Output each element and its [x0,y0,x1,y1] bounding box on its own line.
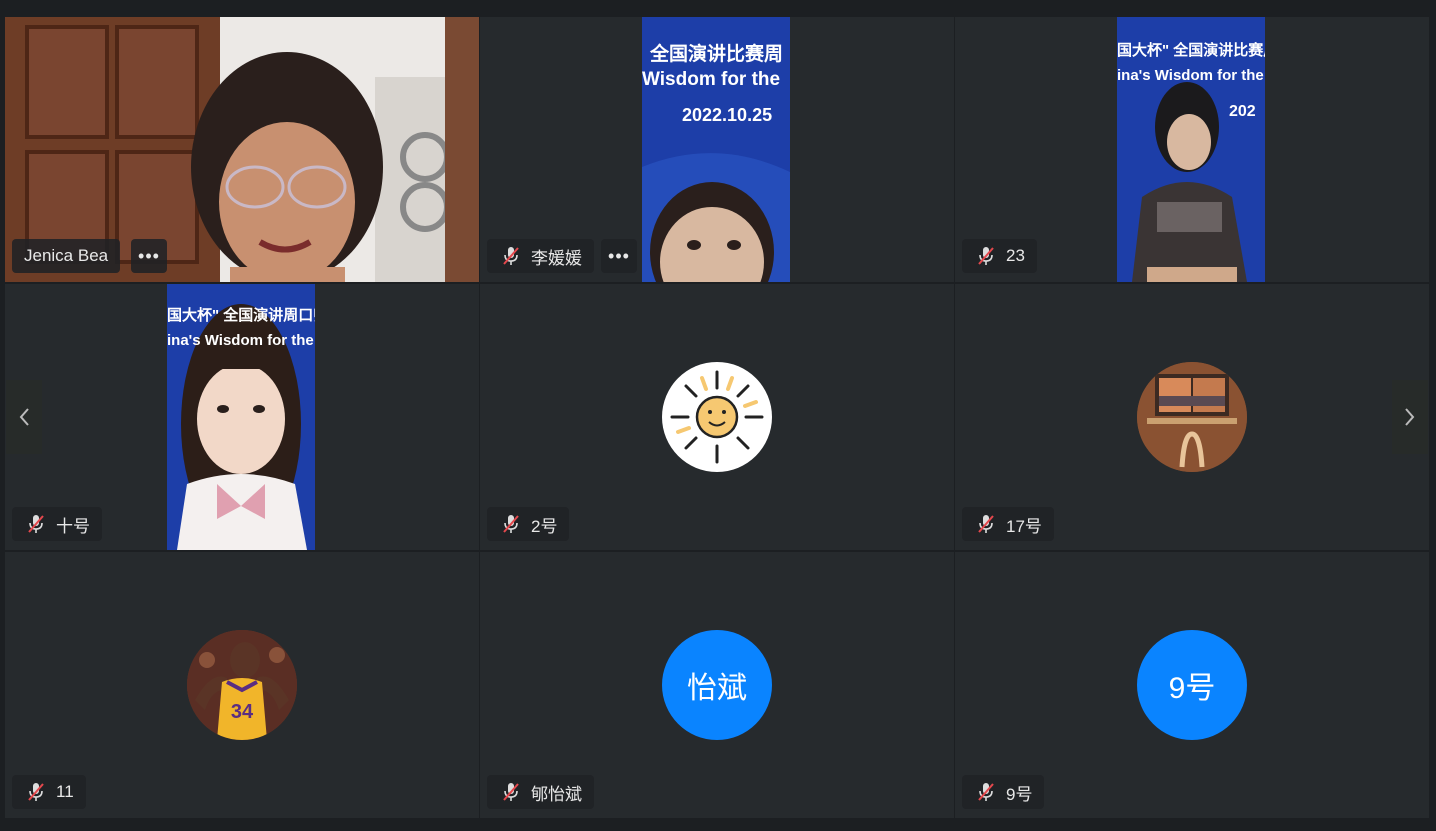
text-avatar: 怡斌 [662,630,772,740]
sun-avatar [662,362,772,472]
participant-name: 11 [56,782,74,801]
participant-name: 郇怡斌 [531,784,582,804]
more-options-button[interactable]: ••• [131,239,167,273]
text-avatar: 9号 [1137,630,1247,740]
participant-tile-2hao[interactable]: 2号 [480,284,954,550]
basketball-player-avatar: 34 [187,630,297,740]
participant-tile-11[interactable]: 34 11 [5,552,479,818]
participant-tile-9hao[interactable]: 9号 9号 [955,552,1429,818]
participant-name: 17号 [1006,516,1042,536]
banner-line: ina's Wisdom for the World [167,332,315,349]
participant-name-label: 十号 [12,507,102,541]
mic-muted-icon [28,515,44,533]
more-icon: ••• [608,245,630,266]
participant-tile-li-yuanyuan[interactable]: 全国演讲比赛周 Wisdom for the 2022.10.25 李媛媛 ••… [480,17,954,282]
chevron-right-icon [1405,408,1415,426]
participant-tile-jenica[interactable]: Jenica Bea ••• [5,17,479,282]
mic-muted-icon [978,247,994,265]
participant-name-label: 17号 [962,507,1054,541]
banner-line: ina's Wisdom for the World [1117,67,1265,84]
sun-icon [670,370,764,464]
previous-page-button[interactable] [6,380,42,454]
participant-video: 国大杯" 全国演讲周口师范 ina's Wisdom for the World [167,284,315,550]
video-grid: Jenica Bea ••• 全国演讲比赛周 Wisdom for the 20… [5,17,1429,818]
participant-name-label: 11 [12,775,86,809]
participant-name: 李媛媛 [531,248,582,268]
participant-name-label: Jenica Bea [12,239,121,273]
banner-line: 202 [1229,103,1256,120]
mic-muted-icon [978,783,994,801]
participant-tile-17hao[interactable]: 17号 [955,284,1429,550]
participant-name-label: 李媛媛 [487,239,594,273]
mic-muted-icon [503,247,519,265]
banner-line: 2022.10.25 [682,105,773,125]
participant-tile-shihao[interactable]: 国大杯" 全国演讲周口师范 ina's Wisdom for the World… [5,284,479,550]
participant-name: 2号 [531,516,558,536]
participant-name-label: 23 [962,239,1037,273]
mic-muted-icon [503,783,519,801]
participant-name: 十号 [56,516,90,536]
mic-muted-icon [978,515,994,533]
svg-text:34: 34 [231,701,254,723]
chevron-left-icon [19,408,29,426]
more-options-button[interactable]: ••• [601,239,637,273]
participant-name: 23 [1006,246,1025,265]
banner-line: 国大杯" 全国演讲比赛周口师 [1117,42,1265,59]
participant-tile-23[interactable]: 国大杯" 全国演讲比赛周口师 ina's Wisdom for the Worl… [955,17,1429,282]
avatar-initials: 怡斌 [687,672,747,705]
room-photo-icon [1137,362,1247,472]
participant-name-label: 2号 [487,507,570,541]
participant-tile-yibin[interactable]: 怡斌 郇怡斌 [480,552,954,818]
banner-line: 全国演讲比赛周 [650,44,784,65]
participant-name-label: 郇怡斌 [487,775,594,809]
banner-line: 国大杯" 全国演讲周口师范 [167,307,315,324]
participant-name: Jenica Bea [24,246,109,265]
avatar-initials: 9号 [1168,672,1216,705]
window-room-avatar [1137,362,1247,472]
more-icon: ••• [138,245,160,266]
mic-muted-icon [28,783,44,801]
participant-video: 国大杯" 全国演讲比赛周口师 ina's Wisdom for the Worl… [1117,17,1265,282]
participant-video: 全国演讲比赛周 Wisdom for the 2022.10.25 [642,17,790,282]
player-photo-icon: 34 [187,630,297,740]
participant-name-label: 9号 [962,775,1045,809]
participant-name: 9号 [1006,784,1033,804]
mic-muted-icon [503,515,519,533]
banner-line: Wisdom for the [642,69,781,90]
next-page-button[interactable] [1392,380,1428,454]
